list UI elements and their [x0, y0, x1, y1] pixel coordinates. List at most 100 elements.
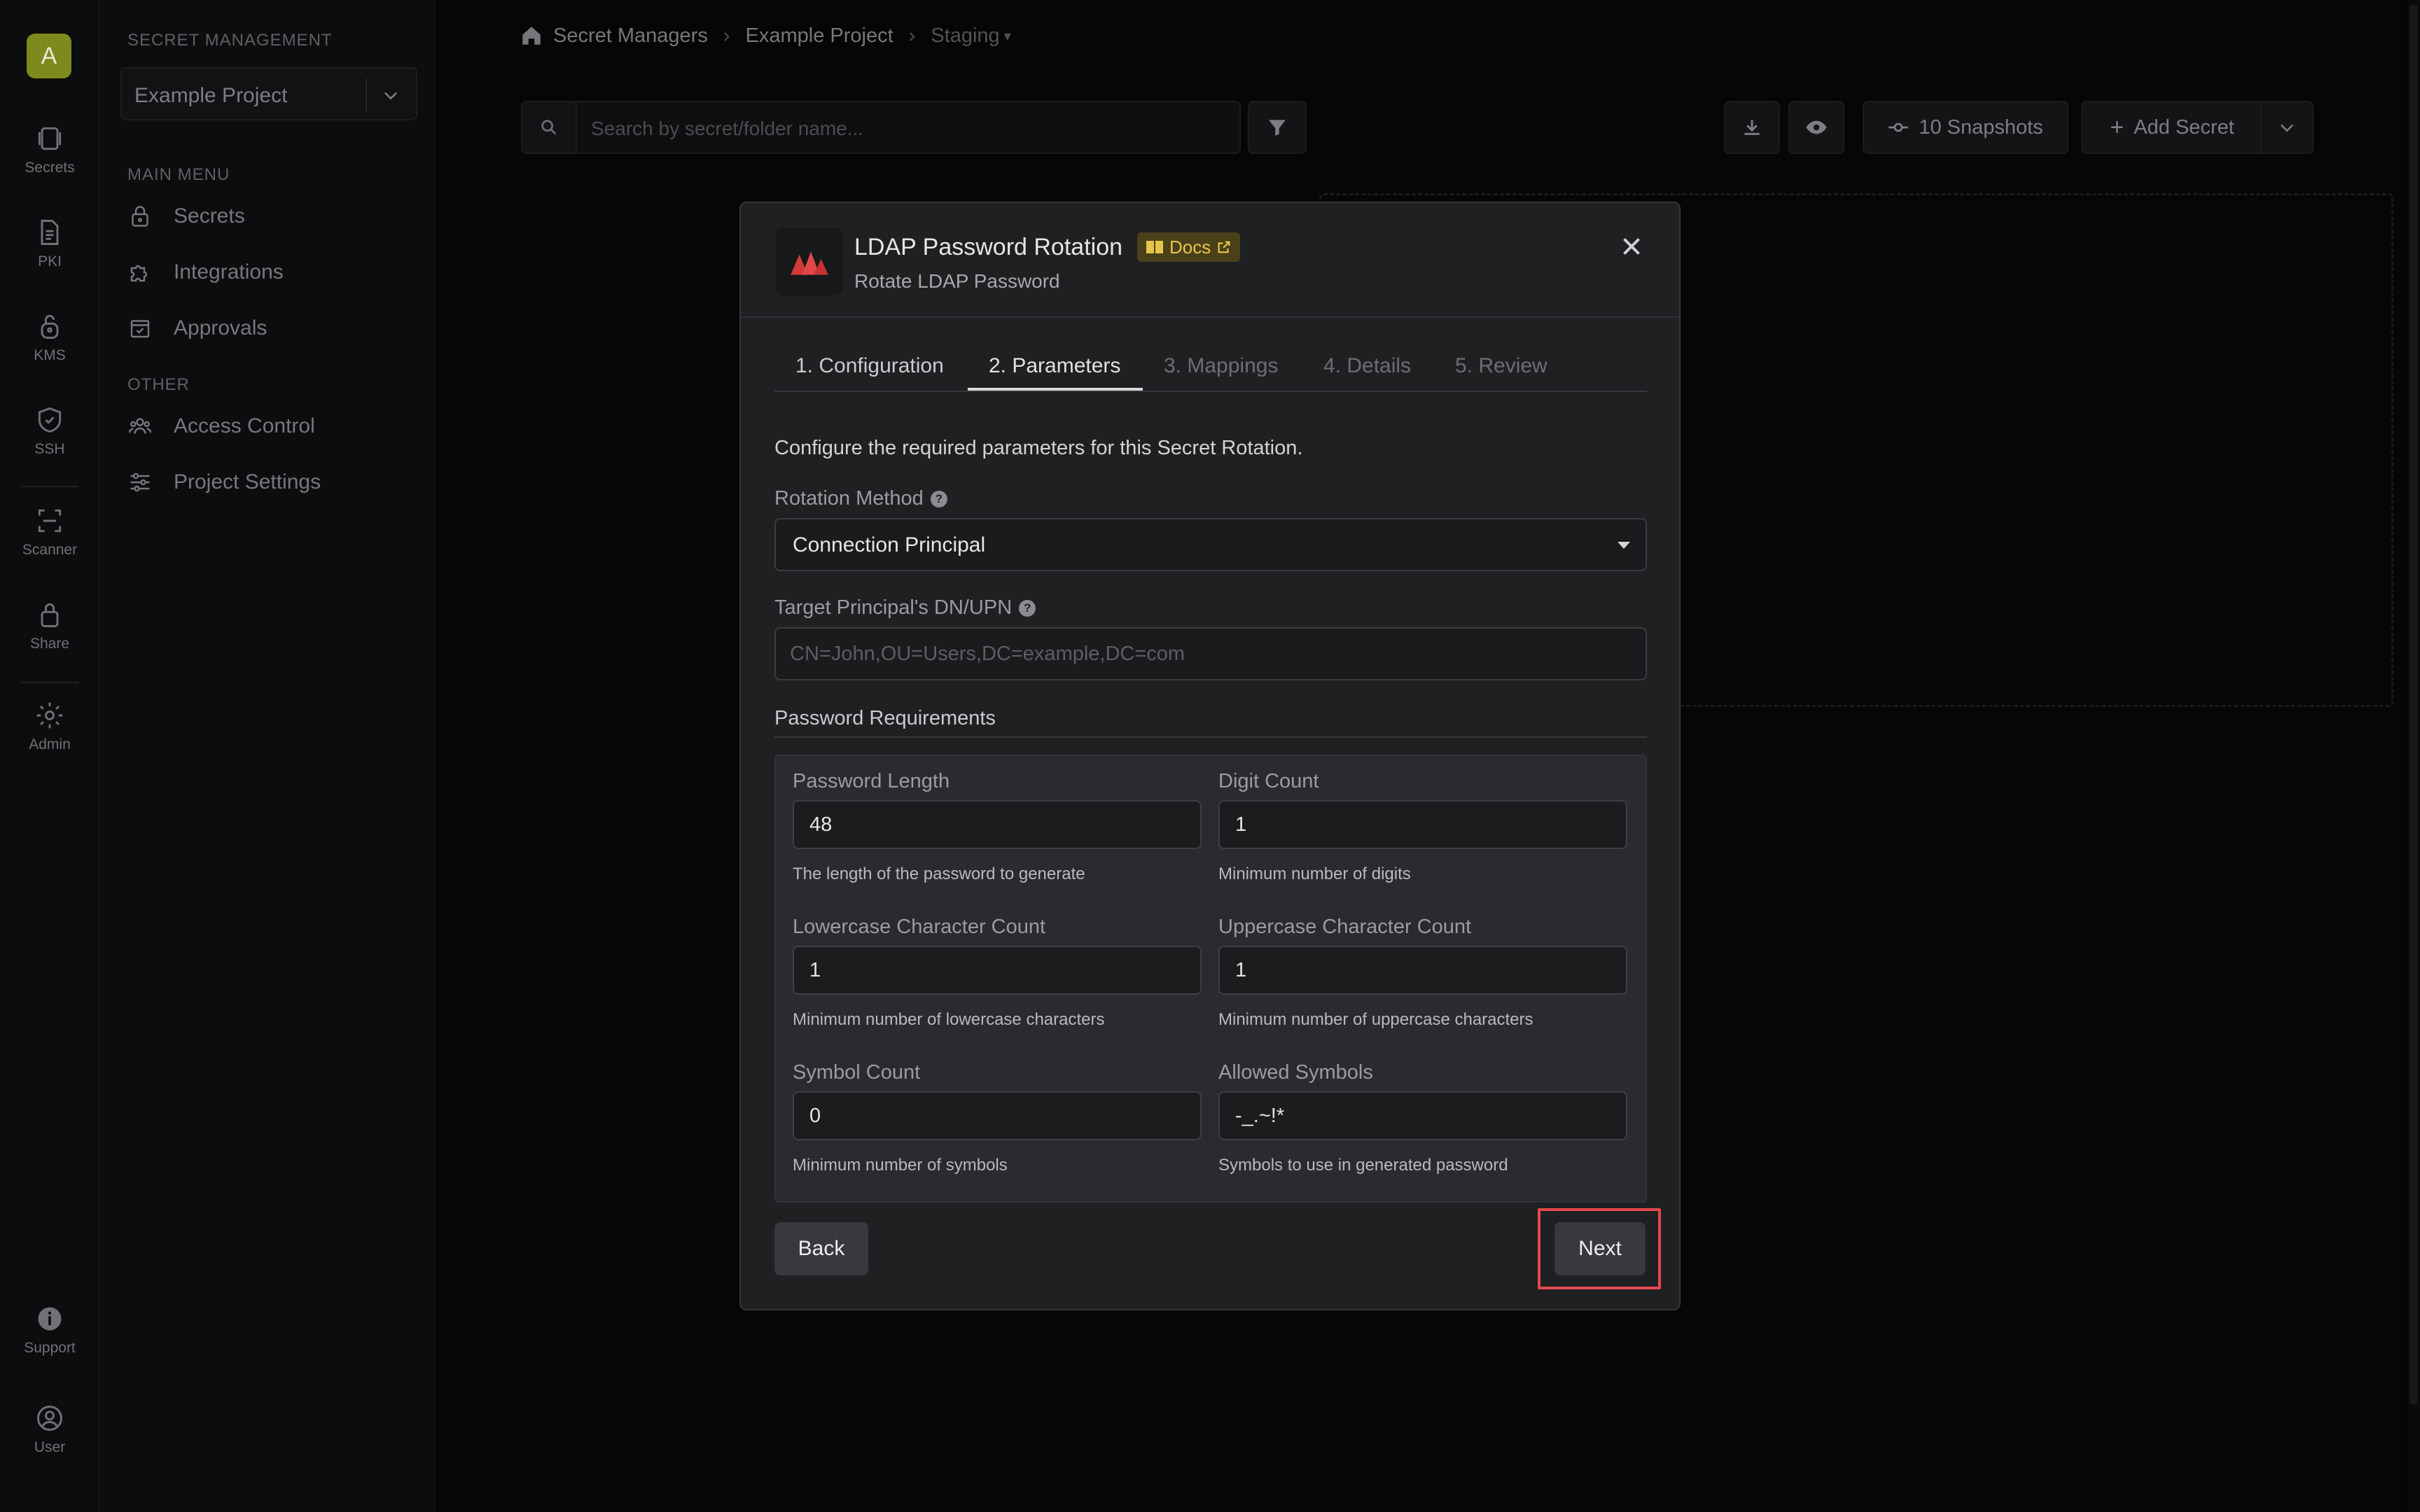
wizard-tabs: 1. Configuration 2. Parameters 3. Mappin…	[774, 342, 1647, 392]
add-secret-menu-button[interactable]	[2260, 101, 2314, 154]
close-icon[interactable]	[1619, 234, 1644, 259]
sidebar-item-secrets[interactable]: Secrets	[127, 199, 245, 234]
rotation-method-label-text: Rotation Method	[774, 487, 924, 510]
active-tab-indicator	[968, 388, 1143, 391]
sidebar-item-label: Secrets	[174, 204, 245, 227]
snapshots-button[interactable]: 10 Snapshots	[1863, 101, 2068, 154]
download-button[interactable]	[1724, 101, 1780, 154]
puzzle-icon	[130, 265, 148, 282]
modal-subtitle: Rotate LDAP Password	[854, 270, 1060, 292]
uppercase-count-input[interactable]	[1218, 946, 1627, 995]
org-avatar[interactable]: A	[27, 34, 71, 78]
sliders-icon	[130, 472, 150, 492]
home-icon[interactable]	[520, 24, 543, 48]
tab-mappings[interactable]: 3. Mappings	[1164, 354, 1278, 378]
field-hint: Minimum number of lowercase characters	[793, 1010, 1105, 1029]
tab-configuration[interactable]: 1. Configuration	[795, 354, 944, 378]
add-secret-button[interactable]: + Add Secret	[2081, 101, 2263, 154]
step-description: Configure the required parameters for th…	[774, 437, 1303, 459]
tab-review[interactable]: 5. Review	[1455, 354, 1548, 378]
project-sidebar: SECRET MANAGEMENT Example Project MAIN M…	[99, 0, 436, 1512]
sidebar-item-integrations[interactable]: Integrations	[127, 255, 284, 290]
section-title: SECRET MANAGEMENT	[127, 31, 333, 50]
main-menu-title: MAIN MENU	[127, 165, 230, 184]
rotation-method-label: Rotation Method ?	[774, 487, 947, 510]
users-icon	[128, 418, 152, 434]
target-principal-label-text: Target Principal's DN/UPN	[774, 596, 1013, 619]
rail-item-support[interactable]: Support	[0, 1303, 99, 1357]
symbol-count-field: Symbol Count Minimum number of symbols	[793, 1061, 1202, 1175]
rail-item-label: User	[34, 1439, 66, 1455]
gear-icon	[36, 702, 63, 729]
page-scrollbar[interactable]	[2407, 0, 2420, 1512]
sidebar-item-label: Access Control	[174, 414, 315, 438]
digit-count-field: Digit Count Minimum number of digits	[1218, 770, 1627, 884]
target-principal-input[interactable]	[774, 627, 1647, 680]
caret-down-icon	[1618, 542, 1630, 549]
rail-item-kms[interactable]: KMS	[0, 311, 99, 364]
field-label: Allowed Symbols	[1218, 1061, 1373, 1084]
modal-header: LDAP Password Rotation Docs Rotate LDAP …	[741, 203, 1679, 318]
rail-item-label: Secrets	[25, 160, 75, 176]
back-button[interactable]: Back	[774, 1222, 868, 1275]
chevron-right-icon: ›	[908, 24, 916, 47]
tab-details[interactable]: 4. Details	[1323, 354, 1411, 378]
rail-item-user[interactable]: User	[0, 1403, 99, 1456]
rail-item-label: SSH	[34, 441, 65, 457]
field-label: Password Length	[793, 770, 950, 792]
filter-icon	[1269, 120, 1286, 136]
help-icon[interactable]: ?	[930, 490, 947, 507]
add-secret-label: Add Secret	[2134, 115, 2234, 139]
tab-parameters[interactable]: 2. Parameters	[989, 354, 1120, 378]
breadcrumb-project[interactable]: Example Project	[746, 24, 893, 48]
plus-icon: +	[2110, 113, 2125, 141]
breadcrumb-env[interactable]: Staging	[931, 24, 999, 48]
rail-item-scanner[interactable]: Scanner	[0, 505, 99, 559]
lock-icon	[41, 603, 59, 627]
filter-button[interactable]	[1248, 101, 1307, 154]
target-principal-label: Target Principal's DN/UPN ?	[774, 596, 1036, 620]
other-title: OTHER	[127, 375, 190, 394]
check-square-icon	[130, 320, 150, 338]
toggle-visibility-button[interactable]	[1788, 101, 1844, 154]
chevron-down-icon[interactable]	[381, 85, 401, 105]
lowercase-count-input[interactable]	[793, 946, 1202, 995]
rail-item-ssh[interactable]: SSH	[0, 405, 99, 458]
symbol-count-input[interactable]	[793, 1091, 1202, 1140]
field-hint: Symbols to use in generated password	[1218, 1156, 1508, 1175]
lock-icon	[132, 206, 148, 227]
breadcrumb-home[interactable]: Secret Managers	[553, 24, 708, 48]
rail-item-secrets[interactable]: Secrets	[0, 123, 99, 176]
sidebar-item-approvals[interactable]: Approvals	[127, 311, 267, 346]
commit-icon	[1889, 122, 1909, 132]
uppercase-count-field: Uppercase Character Count Minimum number…	[1218, 916, 1627, 1030]
allowed-symbols-field: Allowed Symbols Symbols to use in genera…	[1218, 1061, 1627, 1175]
breadcrumb: Secret Managers › Example Project › Stag…	[520, 24, 1027, 48]
lock-icon	[41, 314, 59, 339]
docs-link[interactable]: Docs	[1137, 232, 1241, 262]
ldap-logo	[776, 228, 843, 295]
allowed-symbols-input[interactable]	[1218, 1091, 1627, 1140]
password-length-input[interactable]	[793, 800, 1202, 849]
password-length-field: Password Length The length of the passwo…	[793, 770, 1202, 884]
docs-label: Docs	[1169, 236, 1211, 258]
secret-search[interactable]: Search by secret/folder name...	[521, 101, 1241, 154]
rail-item-label: KMS	[34, 347, 66, 363]
digit-count-input[interactable]	[1218, 800, 1627, 849]
sidebar-item-access-control[interactable]: Access Control	[127, 409, 315, 444]
next-button[interactable]: Next	[1555, 1222, 1646, 1275]
rotation-method-select[interactable]: Connection Principal	[774, 518, 1647, 571]
scrollbar-thumb[interactable]	[2409, 4, 2418, 1404]
rail-item-share[interactable]: Share	[0, 599, 99, 652]
sidebar-item-project-settings[interactable]: Project Settings	[127, 465, 321, 500]
info-icon	[38, 1307, 62, 1331]
field-label: Lowercase Character Count	[793, 916, 1046, 938]
rail-item-admin[interactable]: Admin	[0, 700, 99, 753]
caret-down-icon[interactable]: ▾	[1004, 27, 1011, 45]
rail-item-label: Scanner	[22, 542, 78, 558]
shield-icon	[38, 407, 62, 433]
help-icon[interactable]: ?	[1019, 599, 1036, 617]
field-label: Uppercase Character Count	[1218, 916, 1472, 938]
rail-item-pki[interactable]: PKI	[0, 217, 99, 270]
project-select[interactable]: Example Project	[120, 67, 417, 120]
